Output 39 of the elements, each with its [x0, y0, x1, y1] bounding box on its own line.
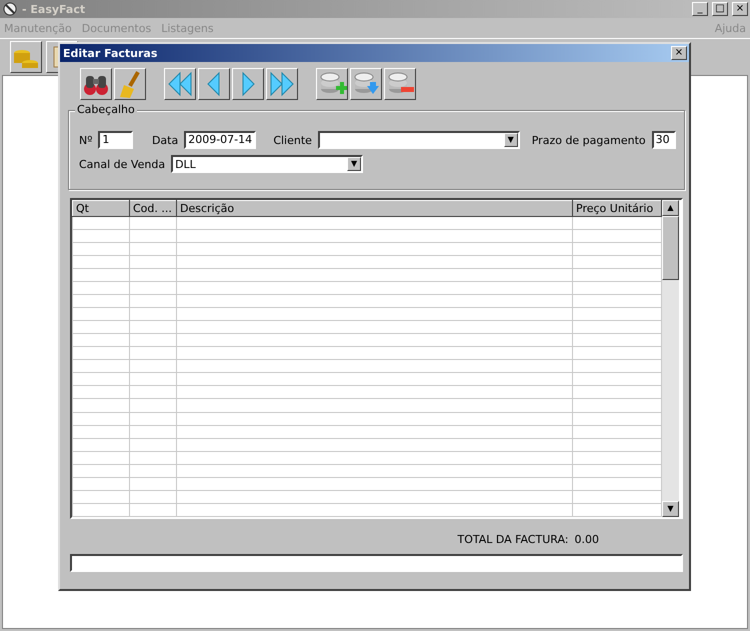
toolbar-button[interactable] [10, 41, 42, 73]
toolbar-button[interactable] [266, 68, 298, 100]
total-label: TOTAL DA FACTURA: [457, 533, 568, 546]
field-label: Cliente [273, 134, 312, 146]
toolbar-button[interactable] [164, 68, 196, 100]
group-legend: Cabeçalho [75, 103, 137, 116]
field-label: Canal de Venda [79, 158, 166, 170]
toolbar-button[interactable] [316, 68, 348, 100]
toolbar-button[interactable] [80, 68, 112, 100]
field-label: Data [152, 134, 178, 146]
close-button[interactable]: × [671, 46, 687, 60]
scrollbar[interactable]: ▲ ▼ [662, 200, 679, 517]
close-button[interactable]: × [732, 2, 748, 16]
toolbar-button[interactable] [114, 68, 146, 100]
dialog-title: Editar Facturas [63, 46, 158, 60]
client-dropdown[interactable]: ▼ [318, 131, 520, 149]
sales-channel-dropdown[interactable]: DLL ▼ [171, 155, 364, 173]
date-field[interactable]: 2009-07-14 [184, 131, 256, 149]
column-header[interactable]: Descrição [176, 200, 572, 217]
column-header[interactable]: Preço Unitário [572, 200, 662, 217]
maximize-button[interactable]: □ [712, 2, 728, 16]
column-header[interactable]: Qt [72, 200, 130, 217]
scroll-down-button[interactable]: ▼ [662, 501, 679, 517]
input-field[interactable] [70, 554, 683, 572]
field-label: Nº [79, 134, 92, 146]
window-title: - EasyFact [22, 2, 86, 16]
field-label: Prazo de pagamento [532, 134, 646, 146]
scroll-thumb[interactable] [662, 216, 679, 280]
column-header[interactable]: Cod. ... [130, 200, 176, 217]
toolbar-button[interactable] [384, 68, 416, 100]
minimize-button[interactable]: _ [692, 2, 708, 16]
scroll-up-button[interactable]: ▲ [662, 200, 679, 216]
toolbar-button[interactable] [232, 68, 264, 100]
number-field[interactable]: 1 [98, 131, 134, 149]
total-value: 0.00 [574, 533, 599, 546]
dropdown-value: DLL [174, 158, 197, 170]
payment-term-field[interactable]: 30 [652, 131, 676, 149]
toolbar-button[interactable] [198, 68, 230, 100]
toolbar-button[interactable] [350, 68, 382, 100]
